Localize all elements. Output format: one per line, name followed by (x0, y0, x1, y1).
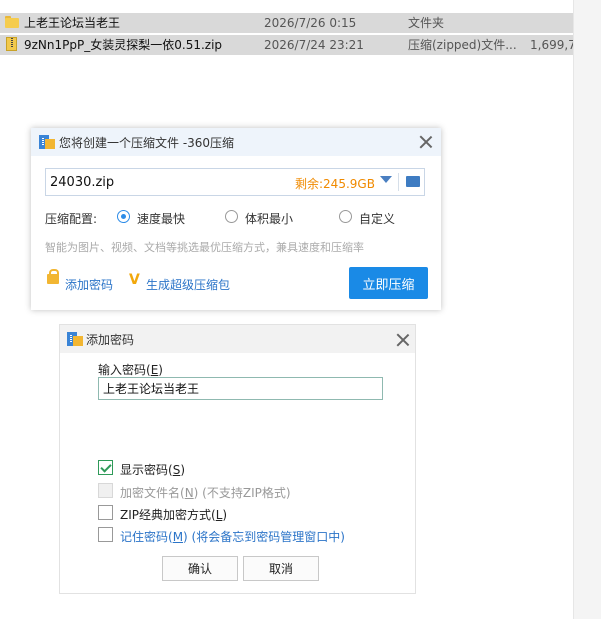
cancel-button[interactable]: 取消 (243, 556, 319, 581)
remember-password-label[interactable]: 记住密码(M) (将会备忘到密码管理窗口中) (120, 528, 345, 545)
folder-icon (5, 16, 19, 28)
radio-custom[interactable] (339, 210, 352, 223)
close-icon[interactable] (396, 333, 410, 347)
archive-app-icon (67, 332, 83, 346)
file-row-folder[interactable]: 上老王论坛当老王 2026/7/26 0:15 文件夹 (0, 13, 573, 33)
file-date: 2026/7/24 23:21 (264, 38, 364, 52)
password-dialog-title: 添加密码 (86, 333, 135, 347)
encrypt-filename-label: 加密文件名(N) (不支持ZIP格式) (120, 486, 291, 500)
encrypt-filename-checkbox[interactable] (98, 483, 113, 498)
zip-icon (6, 37, 17, 51)
zip-classic-label[interactable]: ZIP经典加密方式(L) (120, 506, 227, 523)
password-input-label: 输入密码(E) (98, 363, 163, 377)
compress-hint: 智能为图片、视频、文档等挑选最优压缩方式，兼具速度和压缩率 (45, 241, 364, 254)
option-custom-label[interactable]: 自定义 (359, 210, 395, 227)
compress-dialog-title: 您将创建一个压缩文件 -360压缩 (59, 136, 235, 150)
file-name: 上老王论坛当老王 (24, 16, 121, 30)
file-type: 压缩(zipped)文件... (408, 38, 516, 52)
ok-button[interactable]: 确认 (162, 556, 238, 581)
archive-app-icon (39, 135, 55, 149)
field-divider (398, 173, 399, 191)
archive-filename-field[interactable]: 24030.zip 剩余:245.9GB (45, 168, 425, 196)
file-name: 9zNn1PpP_女装灵探梨一依0.51.zip (24, 38, 223, 52)
chevron-down-icon[interactable] (380, 176, 392, 183)
file-size: 1,699,70 (530, 38, 573, 52)
option-smallest-label[interactable]: 体积最小 (245, 210, 293, 227)
radio-fastest[interactable] (117, 210, 130, 223)
compress-now-button[interactable]: 立即压缩 (349, 267, 428, 299)
compress-dialog: 您将创建一个压缩文件 -360压缩 24030.zip 剩余:245.9GB 压… (31, 128, 441, 310)
super-pack-icon: V (129, 272, 140, 288)
password-dialog-titlebar: 添加密码 (60, 325, 415, 353)
compress-dialog-titlebar: 您将创建一个压缩文件 -360压缩 (31, 128, 441, 156)
file-row-zip[interactable]: 9zNn1PpP_女装灵探梨一依0.51.zip 2026/7/24 23:21… (0, 35, 573, 55)
add-password-link[interactable]: 添加密码 (65, 276, 113, 293)
radio-smallest[interactable] (225, 210, 238, 223)
free-space-label: 剩余:245.9GB (295, 177, 375, 191)
browse-folder-icon[interactable] (406, 176, 420, 187)
close-icon[interactable] (419, 135, 433, 149)
lock-shackle (49, 269, 59, 277)
zip-classic-checkbox[interactable] (98, 505, 113, 520)
config-label: 压缩配置: (45, 212, 98, 226)
super-pack-link[interactable]: 生成超级压缩包 (146, 276, 230, 293)
window-edge (573, 0, 601, 619)
archive-filename: 24030.zip (50, 175, 115, 190)
password-dialog: 添加密码 输入密码(E) 显示密码(S) 加密文件名(N) (不支持ZIP格式)… (59, 324, 416, 594)
option-fastest-label[interactable]: 速度最快 (137, 210, 185, 227)
show-password-label[interactable]: 显示密码(S) (120, 461, 185, 478)
show-password-checkbox[interactable] (98, 460, 113, 475)
file-type: 文件夹 (408, 16, 445, 30)
remember-password-checkbox[interactable] (98, 527, 113, 542)
password-input[interactable] (98, 377, 383, 400)
file-date: 2026/7/26 0:15 (264, 16, 357, 30)
